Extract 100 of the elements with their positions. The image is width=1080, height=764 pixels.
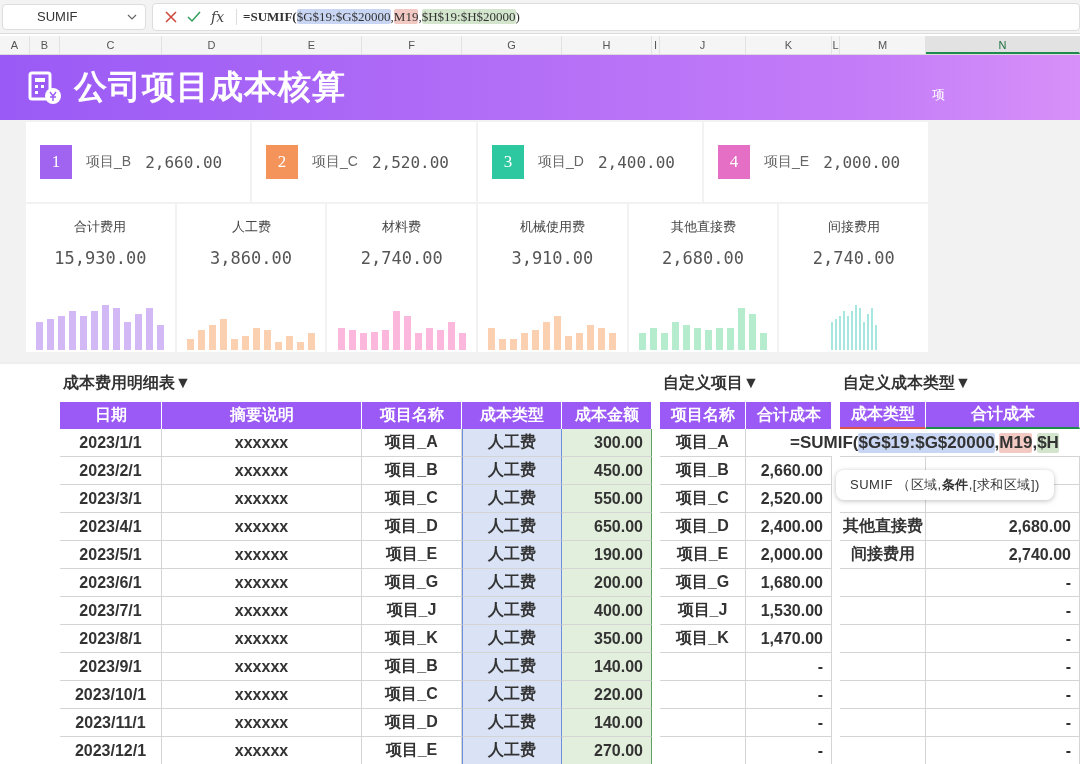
table-cell: - xyxy=(926,681,1080,709)
formula-text: =SUMIF( xyxy=(790,432,859,453)
column-heading: 摘要说明 xyxy=(162,402,362,429)
table-cell: 550.00 xyxy=(562,485,652,513)
cost-label: 其他直接费 xyxy=(670,218,736,236)
table-cell: 2023/4/1 xyxy=(60,513,162,541)
table-cell: - xyxy=(926,569,1080,597)
cost-amount: 2,740.00 xyxy=(812,248,895,268)
formula-text: , xyxy=(418,8,422,24)
table-cell: 项目_J xyxy=(660,597,746,625)
formula-text: , xyxy=(390,8,394,24)
table-cell: 200.00 xyxy=(562,569,652,597)
banner-text: 项 xyxy=(932,85,945,104)
cell-reference: $H xyxy=(1037,432,1059,453)
column-header[interactable]: F xyxy=(362,36,462,54)
table-cell: - xyxy=(746,653,832,681)
column-header[interactable]: L xyxy=(832,36,840,54)
cancel-icon[interactable] xyxy=(165,10,177,23)
table-cell: xxxxxx xyxy=(162,625,362,653)
column-header[interactable]: C xyxy=(60,36,162,54)
table-cell: 140.00 xyxy=(562,709,652,737)
column-header[interactable]: I xyxy=(652,36,660,54)
cell-reference: $G$19:$G$20000 xyxy=(858,432,995,453)
cell-editor[interactable]: =SUMIF($G$19:$G$20000,M19,$H xyxy=(790,429,1080,456)
table-cell: 2,660.00 xyxy=(746,457,832,485)
table-cell: - xyxy=(926,625,1080,653)
table-cell: xxxxxx xyxy=(162,569,362,597)
table-cell: 2023/8/1 xyxy=(60,625,162,653)
column-header[interactable]: J xyxy=(660,36,746,54)
table-cell: 项目_K xyxy=(660,625,746,653)
column-header[interactable]: A xyxy=(0,36,30,54)
table-cell: 1,530.00 xyxy=(746,597,832,625)
table-cell: 140.00 xyxy=(562,653,652,681)
table-cell: 项目_A xyxy=(660,429,746,457)
column-heading: 项目名称 xyxy=(660,402,746,429)
table-cell: xxxxxx xyxy=(162,709,362,737)
table-cell: 人工费 xyxy=(462,457,562,485)
table-cell: 2023/1/1 xyxy=(60,429,162,457)
table-cell: - xyxy=(926,737,1080,764)
table-title: 成本费用明细表▼ xyxy=(62,373,192,393)
column-header[interactable]: B xyxy=(30,36,60,54)
column-header[interactable]: N xyxy=(926,36,1080,54)
table-cell: 2023/10/1 xyxy=(60,681,162,709)
column-header[interactable]: H xyxy=(562,36,652,54)
table-cell: xxxxxx xyxy=(162,429,362,457)
table-cell: 人工费 xyxy=(462,541,562,569)
project-amount: 2,400.00 xyxy=(597,152,675,172)
table-cell: 650.00 xyxy=(562,513,652,541)
function-button[interactable]: fx xyxy=(211,8,225,25)
table-cell: 项目_D xyxy=(660,513,746,541)
column-header[interactable]: E xyxy=(262,36,362,54)
table-cell: 人工费 xyxy=(462,709,562,737)
formula-text: , xyxy=(994,432,1000,453)
rank-badge: 3 xyxy=(492,145,524,179)
table-cell: 2023/9/1 xyxy=(60,653,162,681)
table-cell: 人工费 xyxy=(462,513,562,541)
table-cell: 2023/5/1 xyxy=(60,541,162,569)
table-cell: 人工费 xyxy=(462,597,562,625)
table-cell: 2023/12/1 xyxy=(60,737,162,764)
table-cell: 项目_G xyxy=(660,569,746,597)
cost-amount: 3,860.00 xyxy=(210,248,292,268)
table-cell: 400.00 xyxy=(562,597,652,625)
table-cell: 人工费 xyxy=(462,569,562,597)
table-cell: - xyxy=(926,653,1080,681)
column-heading: 成本类型 xyxy=(840,402,926,429)
project-name: 项目_D xyxy=(538,153,584,171)
table-cell: xxxxxx xyxy=(162,653,362,681)
table-cell: xxxxxx xyxy=(162,485,362,513)
column-heading: 成本金额 xyxy=(562,402,652,429)
table-cell: 220.00 xyxy=(562,681,652,709)
function-tooltip: SUMIF （区域,条件,[求和区域]) xyxy=(836,470,1054,500)
cost-label: 材料费 xyxy=(382,218,422,236)
table-cell: 2023/3/1 xyxy=(60,485,162,513)
table-cell: xxxxxx xyxy=(162,681,362,709)
column-header[interactable]: G xyxy=(462,36,562,54)
formula-text: , xyxy=(1032,432,1038,453)
column-heading: 项目名称 xyxy=(362,402,462,429)
table-cell: 2023/2/1 xyxy=(60,457,162,485)
table-cell: xxxxxx xyxy=(162,737,362,764)
table-cell: 2,400.00 xyxy=(746,513,832,541)
cell-reference: $H$19:$H$20000 xyxy=(421,8,516,24)
cell-reference: $G$19:$G$20000 xyxy=(296,8,391,24)
table-cell: - xyxy=(746,737,832,764)
caret-icon xyxy=(127,13,137,20)
name-box[interactable]: SUMIF xyxy=(2,3,146,30)
column-header[interactable]: D xyxy=(162,36,262,54)
table-cell: 2,740.00 xyxy=(926,541,1080,569)
table-cell: 2023/11/1 xyxy=(60,709,162,737)
project-amount: 2,000.00 xyxy=(823,152,901,172)
check-icon[interactable] xyxy=(187,10,201,23)
cost-amount: 2,740.00 xyxy=(360,248,443,268)
calculator-icon xyxy=(28,70,62,105)
table-cell: 300.00 xyxy=(562,429,652,457)
rank-badge: 2 xyxy=(266,145,298,179)
table-cell: 350.00 xyxy=(562,625,652,653)
rank-badge: 4 xyxy=(718,145,750,179)
table-cell: 其他直接费 xyxy=(840,513,926,541)
table-cell: - xyxy=(746,709,832,737)
column-header[interactable]: K xyxy=(746,36,832,54)
table-cell: 间接费用 xyxy=(840,541,926,569)
